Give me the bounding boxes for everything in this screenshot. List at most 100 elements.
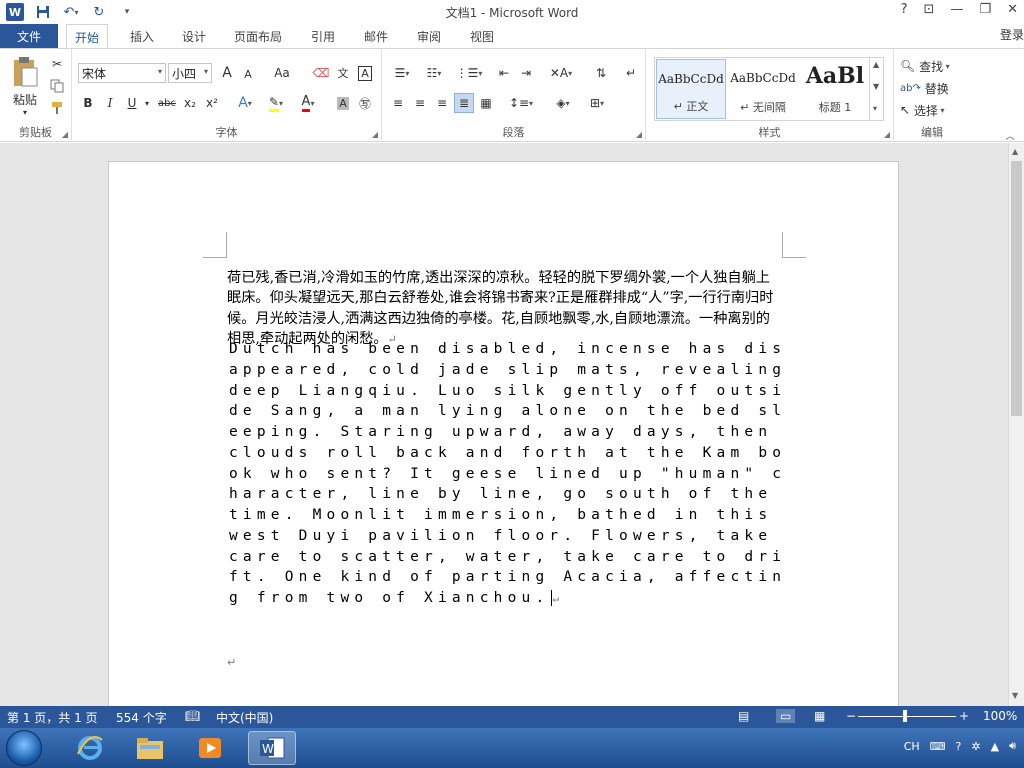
input-language-indicator[interactable]: CH	[904, 740, 920, 753]
italic-button[interactable]: I	[100, 93, 120, 113]
tab-file[interactable]: 文件	[0, 24, 58, 49]
login-link[interactable]: 登录	[1000, 26, 1024, 43]
paste-icon[interactable]	[8, 55, 42, 89]
multilevel-list-icon[interactable]: ⋮☰ ▾	[454, 63, 484, 83]
close-icon[interactable]: ✕	[1007, 2, 1018, 17]
font-launcher-icon[interactable]: ◢	[372, 130, 378, 139]
settings-tray-icon[interactable]: ✲	[971, 740, 980, 753]
underline-button[interactable]: U	[122, 93, 142, 113]
scroll-down-icon[interactable]: ▼	[1012, 691, 1018, 700]
align-left-icon[interactable]: ≡	[388, 93, 408, 113]
increase-indent-icon[interactable]: ⇥	[516, 63, 536, 83]
web-layout-icon[interactable]: ▦	[814, 709, 825, 723]
font-size-dropdown-icon[interactable]: ▾	[204, 67, 208, 76]
file-explorer-icon[interactable]	[126, 731, 174, 765]
styles-launcher-icon[interactable]: ◢	[884, 130, 890, 139]
language-status[interactable]: 中文(中国)	[216, 709, 273, 726]
copy-icon[interactable]	[48, 77, 66, 95]
chinese-paragraph[interactable]: 荷已残,香已消,冷滑如玉的竹席,透出深深的凉秋。轻轻的脱下罗绸外裳,一个人独自躺…	[227, 268, 783, 350]
text-effects-icon[interactable]: A ▾	[232, 93, 258, 113]
vertical-scrollbar[interactable]: ▲ ▼	[1008, 143, 1024, 706]
tab-design[interactable]: 设计	[174, 24, 214, 49]
change-case-button[interactable]: Aa	[268, 63, 296, 83]
tab-layout[interactable]: 页面布局	[226, 24, 290, 49]
paste-button[interactable]: 粘贴	[6, 91, 44, 107]
styles-scroll-up-icon[interactable]: ▲	[873, 60, 879, 69]
read-mode-icon[interactable]: ▤	[738, 709, 749, 723]
sort-icon[interactable]: ⇅	[590, 63, 612, 83]
line-spacing-icon[interactable]: ↕≡ ▾	[506, 93, 536, 113]
help-icon[interactable]: ?	[901, 2, 908, 17]
font-size-combo[interactable]: 小四 ▾	[168, 63, 212, 83]
justify-icon[interactable]: ≣	[454, 93, 474, 113]
styles-scroll-down-icon[interactable]: ▼	[873, 82, 879, 91]
zoom-level[interactable]: 100%	[983, 709, 1017, 723]
minimize-icon[interactable]: —	[950, 2, 963, 17]
highlight-color-icon[interactable]: ✎ ▾	[262, 93, 290, 113]
subscript-button[interactable]: x₂	[180, 93, 200, 113]
document-page[interactable]: 荷已残,香已消,冷滑如玉的竹席,透出深深的凉秋。轻轻的脱下罗绸外裳,一个人独自躺…	[108, 161, 899, 706]
tab-view[interactable]: 视图	[462, 24, 502, 49]
clipboard-launcher-icon[interactable]: ◢	[62, 130, 68, 139]
maximize-icon[interactable]: ❐	[979, 2, 991, 17]
shading-icon[interactable]: ◈ ▾	[548, 93, 578, 113]
shrink-font-button[interactable]: A	[240, 65, 256, 83]
underline-dropdown-icon[interactable]: ▾	[142, 93, 152, 113]
proofing-icon[interactable]: 📖︎	[185, 709, 200, 723]
numbering-icon[interactable]: ☷ ▾	[420, 63, 448, 83]
paste-dropdown-icon[interactable]: ▾	[20, 107, 30, 117]
word-count-status[interactable]: 554 个字	[116, 709, 167, 726]
tab-review[interactable]: 审阅	[409, 24, 449, 49]
english-paragraph[interactable]: Dutch has been disabled, incense has dis…	[229, 339, 787, 610]
bullets-icon[interactable]: ☰ ▾	[388, 63, 416, 83]
zoom-in-icon[interactable]: +	[959, 709, 969, 723]
enclose-characters-icon[interactable]: ㊢	[356, 93, 374, 113]
help-tray-icon[interactable]: ?	[956, 740, 962, 753]
tab-insert[interactable]: 插入	[122, 24, 162, 49]
start-button[interactable]	[6, 730, 42, 766]
distributed-icon[interactable]: ▦	[476, 93, 496, 113]
align-center-icon[interactable]: ≡	[410, 93, 430, 113]
phonetic-guide-icon[interactable]: 文	[334, 63, 352, 83]
tab-home[interactable]: 开始	[66, 24, 109, 50]
internet-explorer-icon[interactable]	[66, 731, 114, 765]
ribbon-display-options-icon[interactable]: ⊡	[924, 2, 935, 17]
style-normal[interactable]: AaBbCcDd ↵ 正文	[656, 59, 726, 119]
format-painter-icon[interactable]	[48, 99, 66, 117]
media-player-icon[interactable]	[186, 731, 234, 765]
keyboard-icon[interactable]: ⌨	[930, 740, 946, 753]
scroll-up-icon[interactable]: ▲	[1012, 147, 1018, 156]
strikethrough-button[interactable]: abc	[156, 93, 178, 113]
decrease-indent-icon[interactable]: ⇤	[494, 63, 514, 83]
zoom-slider-thumb[interactable]	[903, 710, 907, 722]
print-layout-icon[interactable]: ▭	[776, 709, 796, 723]
style-no-spacing[interactable]: AaBbCcDd ↵ 无间隔	[728, 59, 798, 119]
chinese-layout-icon[interactable]: ✕A ▾	[546, 63, 576, 83]
grow-font-button[interactable]: A	[218, 63, 236, 83]
superscript-button[interactable]: x²	[202, 93, 222, 113]
style-heading-1[interactable]: AaBl 标题 1	[800, 59, 870, 119]
show-hide-marks-icon[interactable]: ↵	[622, 63, 640, 83]
clear-formatting-icon[interactable]: ⌫	[312, 63, 330, 83]
zoom-slider[interactable]	[858, 716, 956, 717]
scrollbar-thumb[interactable]	[1011, 161, 1022, 416]
styles-more-icon[interactable]: ▾	[873, 104, 877, 113]
character-border-icon[interactable]: A	[356, 63, 374, 83]
tab-references[interactable]: 引用	[303, 24, 343, 49]
select-button[interactable]: ↖ 选择 ▾	[900, 101, 966, 119]
cut-icon[interactable]: ✂	[48, 55, 66, 73]
paragraph-launcher-icon[interactable]: ◢	[636, 130, 642, 139]
word-taskbar-icon[interactable]: W	[248, 731, 296, 765]
find-button[interactable]: 🔍︎ 查找 ▾	[900, 57, 966, 75]
font-name-dropdown-icon[interactable]: ▾	[158, 67, 162, 76]
show-hidden-icons-icon[interactable]: ▲	[991, 740, 999, 753]
bold-button[interactable]: B	[78, 93, 98, 113]
replace-button[interactable]: ab↷ 替换	[900, 79, 966, 97]
zoom-out-icon[interactable]: −	[846, 709, 856, 723]
character-shading-icon[interactable]: A	[334, 93, 352, 113]
tab-mailings[interactable]: 邮件	[356, 24, 396, 49]
align-right-icon[interactable]: ≡	[432, 93, 452, 113]
page-count-status[interactable]: 第 1 页，共 1 页	[7, 709, 98, 726]
borders-icon[interactable]: ⊞ ▾	[582, 93, 612, 113]
font-name-combo[interactable]: 宋体 ▾	[78, 63, 166, 83]
